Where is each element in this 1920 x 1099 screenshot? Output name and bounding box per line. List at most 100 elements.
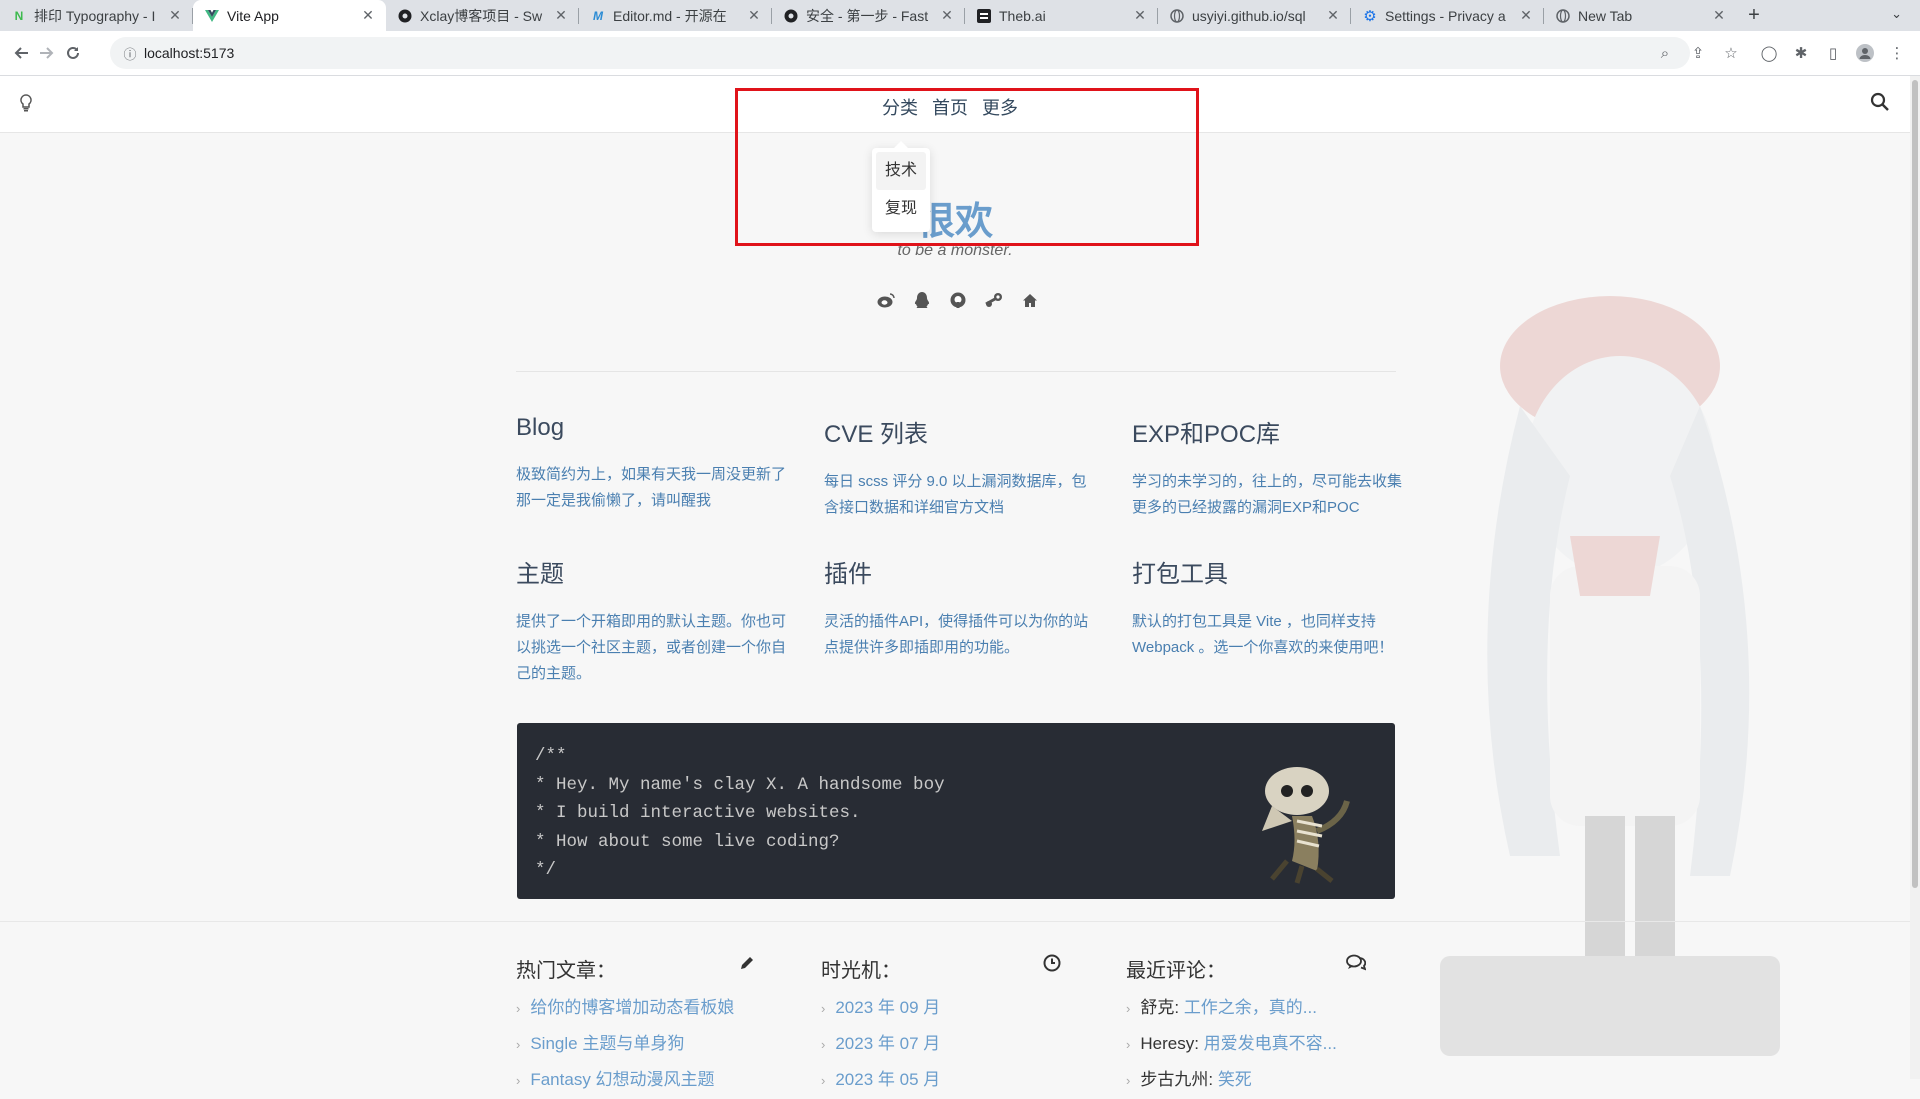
feature-exp-poc: EXP和POC库 学习的未学习的，往上的，尽可能去收集更多的已经披露的漏洞EXP… [1132, 414, 1402, 521]
dropdown-item-tech[interactable]: 技术 [876, 152, 926, 190]
archive-link[interactable]: 2023 年 05 月 [835, 1070, 940, 1089]
browser-tab[interactable]: Theb.ai ✕ [965, 0, 1158, 31]
list-item[interactable]: › 步古九州: 笑死 [1126, 1062, 1366, 1098]
list-item[interactable]: › 给你的博客增加动态看板娘 [516, 990, 756, 1026]
pencil-icon [738, 954, 756, 977]
address-bar: ⓘ localhost:5173 ⌕ ⇪ ☆ ◯ ✱ ▯ ⋮ [0, 31, 1920, 76]
social-links [876, 290, 1040, 310]
post-link[interactable]: Fantasy 幻想动漫风主题 [530, 1070, 714, 1089]
extensions-puzzle-icon[interactable]: ✱ [1790, 42, 1812, 64]
share-icon[interactable]: ⇪ [1687, 42, 1709, 64]
feature-plugins: 插件 灵活的插件API，使得插件可以为你的站点提供许多即插即用的功能。 [824, 554, 1094, 661]
code-intro-block: /** * Hey. My name's clay X. A handsome … [517, 723, 1395, 899]
recent-comments-widget: 最近评论： › 舒克: 工作之余，真的... › Heresy: 用爱发电真不容..… [1126, 954, 1367, 1098]
post-link[interactable]: Single 主题与单身狗 [530, 1034, 684, 1053]
site-info-icon[interactable]: ⓘ [116, 44, 144, 63]
search-icon[interactable] [1870, 92, 1890, 117]
close-icon[interactable]: ✕ [1518, 7, 1534, 24]
zoom-icon[interactable]: ⌕ [1654, 42, 1676, 64]
feature-title: EXP和POC库 [1132, 421, 1281, 448]
archive-link[interactable]: 2023 年 07 月 [835, 1034, 940, 1053]
browser-tab[interactable]: usyiyi.github.io/sql ✕ [1158, 0, 1351, 31]
browser-tab[interactable]: 安全 - 第一步 - Fast ✕ [772, 0, 965, 31]
weibo-icon[interactable] [876, 290, 896, 310]
widget-title: 热门文章： [516, 960, 616, 982]
comment-link[interactable]: 用爱发电真不容... [1204, 1034, 1337, 1053]
hero-subtitle: to be a monster. [897, 242, 1013, 259]
close-icon[interactable]: ✕ [167, 7, 183, 24]
profile-avatar-icon[interactable] [1854, 42, 1876, 64]
tab-strip: N 排印 Typography - I ✕ Vite App ✕ Xclay博客… [0, 0, 1920, 31]
close-icon[interactable]: ✕ [939, 7, 955, 24]
close-icon[interactable]: ✕ [1711, 7, 1727, 24]
feature-desc: 灵活的插件API，使得插件可以为你的站点提供许多即插即用的功能。 [824, 613, 1089, 656]
post-link[interactable]: 给你的博客增加动态看板娘 [530, 998, 734, 1017]
list-item[interactable]: › 2023 年 07 月 [821, 1026, 1061, 1062]
tab-title: Xclay博客项目 - Sw [420, 7, 543, 24]
back-icon[interactable] [10, 42, 32, 64]
close-icon[interactable]: ✕ [1325, 7, 1341, 24]
categories-dropdown: 技术 复现 [872, 141, 930, 232]
browser-tab[interactable]: M Editor.md - 开源在 ✕ [579, 0, 772, 31]
forward-icon[interactable] [36, 42, 58, 64]
browser-tab[interactable]: ⚙ Settings - Privacy a ✕ [1351, 0, 1544, 31]
feature-title: 主题 [516, 561, 564, 588]
widget-title: 时光机： [821, 960, 901, 982]
lightbulb-icon[interactable] [20, 94, 32, 117]
list-item[interactable]: › Fantasy 幻想动漫风主题 [516, 1062, 756, 1098]
tab-title: Settings - Privacy a [1385, 7, 1506, 24]
home-icon[interactable] [1020, 290, 1040, 310]
dropdown-item-repro[interactable]: 复现 [872, 190, 930, 228]
steam-icon[interactable] [984, 290, 1004, 310]
github-icon[interactable] [948, 290, 968, 310]
tab-title: 排印 Typography - I [34, 7, 156, 24]
feature-desc: 学习的未学习的，往上的，尽可能去收集更多的已经披露的漏洞EXP和POC [1132, 473, 1403, 516]
list-item[interactable]: › 2023 年 05 月 [821, 1062, 1061, 1098]
list-item[interactable]: › Heresy: 用爱发电真不容... [1126, 1026, 1366, 1062]
tab-search-icon[interactable]: ⌄ [1891, 6, 1902, 22]
m-icon: M [593, 8, 603, 23]
feature-desc: 每日 scss 评分 9.0 以上漏洞数据库，包含接口数据和详细官方文档 [824, 473, 1087, 516]
side-panel-icon[interactable]: ▯ [1822, 42, 1844, 64]
browser-tab[interactable]: N 排印 Typography - I ✕ [0, 0, 193, 31]
n-icon: N [14, 8, 24, 23]
qq-icon[interactable] [912, 290, 932, 310]
hero-title: 很欢 [916, 201, 993, 243]
settings-icon: ⚙ [1363, 7, 1377, 25]
feature-title: 插件 [824, 561, 872, 588]
new-tab-button[interactable]: + [1737, 0, 1771, 31]
close-icon[interactable]: ✕ [360, 7, 376, 24]
comment-link[interactable]: 工作之余，真的... [1184, 998, 1317, 1017]
list-item[interactable]: › Single 主题与单身狗 [516, 1026, 756, 1062]
nav-more[interactable]: 更多 [982, 94, 1018, 120]
feature-desc: 提供了一个开箱即用的默认主题。你也可以挑选一个社区主题，或者创建一个你自己的主题… [516, 613, 787, 682]
reload-icon[interactable] [62, 42, 84, 64]
comment-author: 步古九州: [1140, 1070, 1214, 1089]
url-field[interactable]: ⓘ localhost:5173 [110, 37, 1690, 69]
widget-title: 最近评论： [1126, 960, 1226, 982]
close-icon[interactable]: ✕ [1132, 7, 1148, 24]
archive-link[interactable]: 2023 年 09 月 [835, 998, 940, 1017]
browser-tab[interactable]: New Tab ✕ [1544, 0, 1737, 31]
page-scrollbar[interactable] [1910, 76, 1920, 1079]
menu-kebab-icon[interactable]: ⋮ [1886, 42, 1908, 64]
nav-categories[interactable]: 分类 [882, 94, 918, 120]
browser-tab[interactable]: Xclay博客项目 - Sw ✕ [386, 0, 579, 31]
browser-tab-active[interactable]: Vite App ✕ [193, 0, 386, 31]
bookmark-star-icon[interactable]: ☆ [1720, 42, 1742, 64]
list-item[interactable]: › 舒克: 工作之余，真的... [1126, 990, 1366, 1026]
clock-icon [1043, 954, 1061, 977]
globe-icon [1170, 8, 1184, 23]
globe-icon [1556, 8, 1570, 23]
scrollbar-thumb[interactable] [1912, 80, 1918, 888]
nav-home[interactable]: 首页 [932, 94, 968, 120]
feature-cve-list: CVE 列表 每日 scss 评分 9.0 以上漏洞数据库，包含接口数据和详细官… [824, 414, 1094, 521]
extension-circle-icon[interactable]: ◯ [1758, 42, 1780, 64]
comment-author: 舒克: [1140, 998, 1180, 1017]
comment-link[interactable]: 笑死 [1218, 1070, 1252, 1089]
close-icon[interactable]: ✕ [553, 7, 569, 24]
tab-title: New Tab [1578, 7, 1633, 24]
close-icon[interactable]: ✕ [746, 7, 762, 24]
list-item[interactable]: › 2023 年 09 月 [821, 990, 1061, 1026]
feature-blog: Blog 极致简约为上，如果有天我一周没更新了那一定是我偷懒了，请叫醒我 [516, 414, 786, 514]
